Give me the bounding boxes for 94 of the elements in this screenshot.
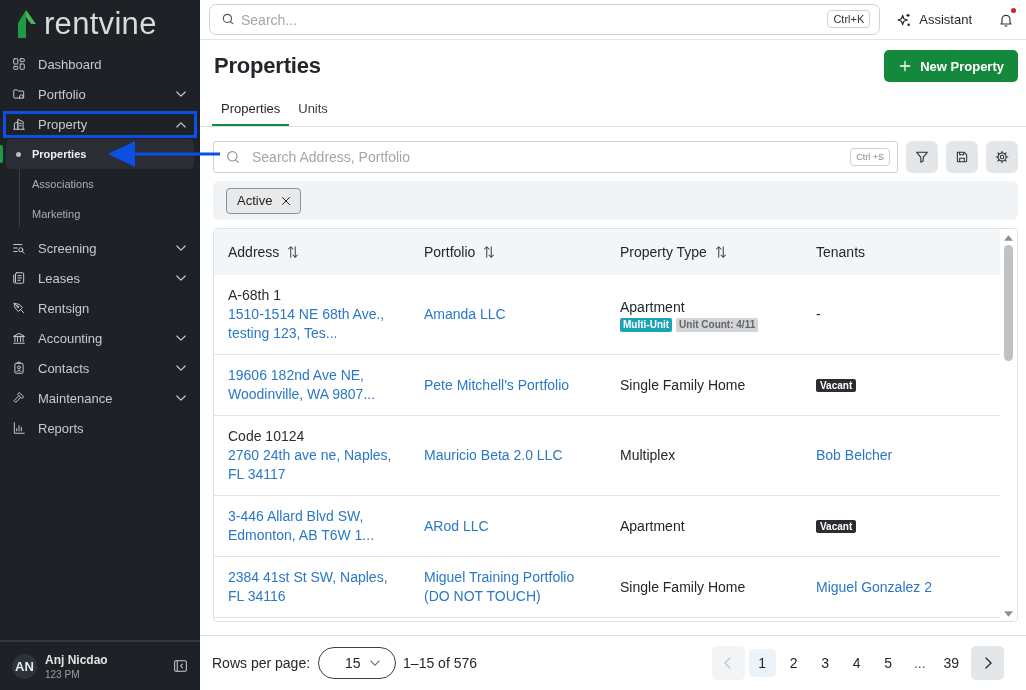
bank-icon (12, 331, 26, 345)
property-code: Code 10124 (228, 427, 305, 446)
building-icon (12, 117, 26, 131)
subnav-item[interactable]: Marketing (6, 199, 194, 229)
filter-icon (915, 150, 929, 164)
portfolio-link[interactable]: Pete Mitchell's Portfolio (424, 375, 570, 395)
logo-text: rentvine (44, 8, 157, 40)
property-type: Single Family Home (620, 375, 746, 395)
page-button[interactable]: 1 (748, 649, 776, 677)
tenant-link[interactable]: Bob Belcher (816, 446, 893, 465)
settings-icon (995, 150, 1009, 164)
nav-item[interactable]: Rentsign (6, 293, 194, 323)
tenant-link[interactable]: Miguel Gonzalez 2 (816, 577, 932, 597)
nav-item[interactable]: Maintenance (6, 383, 194, 413)
bar-chart-icon (12, 421, 26, 435)
user-subtitle: 123 PM (45, 668, 81, 680)
subnav-item[interactable]: Associations (6, 169, 194, 199)
hammer-icon (12, 391, 26, 405)
tab[interactable]: Properties (212, 92, 290, 126)
tab[interactable]: Units (289, 92, 337, 126)
page-ellipsis: ... (912, 654, 927, 673)
column-header: Tenants (816, 242, 866, 262)
filter-chip[interactable]: Active (226, 187, 302, 214)
property-type: Apartment (620, 516, 685, 536)
save-button[interactable] (946, 141, 978, 173)
property-type: Apartment (620, 297, 685, 317)
column-header[interactable]: Portfolio (424, 242, 496, 262)
portfolio-link[interactable]: ARod LLC (424, 516, 489, 536)
scroll-thumb[interactable] (1004, 245, 1013, 361)
page-button[interactable]: 2 (780, 649, 808, 677)
scroll-up-icon[interactable] (1004, 235, 1013, 241)
nav-item[interactable]: Reports (6, 413, 194, 443)
shortcut-hint: Ctrl+K (827, 10, 871, 28)
sidebar-collapse-icon[interactable] (174, 660, 187, 672)
search-icon (221, 12, 235, 26)
page-button[interactable]: 3 (811, 649, 839, 677)
type-badge: Multi-Unit (620, 317, 673, 332)
page-title: Properties (214, 53, 321, 79)
sparkle-icon (896, 11, 913, 28)
nav-item[interactable]: Property (6, 109, 194, 139)
search-icon (225, 149, 241, 165)
pen-nib-icon (12, 301, 26, 315)
address-link[interactable]: 3-446 Allard Blvd SW, Edmonton, AB T6W 1... (228, 507, 400, 545)
active-indicator (0, 145, 3, 163)
chevron-down-icon (370, 659, 381, 667)
property-type: Single Family Home (620, 577, 746, 597)
status-badge: Vacant (816, 519, 857, 533)
filter-button[interactable] (906, 141, 938, 173)
portfolio-link[interactable]: Miguel Training Portfolio (DO NOT TOUCH) (424, 568, 596, 606)
sort-icon (714, 245, 727, 259)
column-header[interactable]: Property Type (620, 242, 727, 262)
folder-icon (12, 87, 26, 101)
list-search-icon (12, 241, 26, 255)
page-button[interactable]: 39 (937, 649, 965, 677)
user-name: Anj Nicdao (45, 652, 108, 667)
close-icon[interactable] (280, 194, 293, 207)
address-link[interactable]: 19606 182nd Ave NE, Woodinville, WA 9807... (228, 366, 400, 404)
next-page-button[interactable] (971, 646, 1004, 680)
portfolio-link[interactable]: Amanda LLC (424, 305, 506, 324)
tenant-text: - (816, 305, 821, 324)
portfolio-link[interactable]: Mauricio Beta 2.0 LLC (424, 446, 563, 465)
grid-icon (12, 57, 26, 71)
plus-icon (898, 59, 913, 73)
nav-item[interactable]: Screening (6, 233, 194, 263)
id-badge-icon (12, 361, 26, 375)
assistant-button[interactable]: Assistant (896, 11, 972, 28)
rows-per-page-label: Rows per page: (212, 655, 311, 671)
page-button[interactable]: 5 (874, 649, 902, 677)
page-range: 1–15 of 576 (403, 655, 478, 671)
property-code: A-68th 1 (228, 286, 281, 305)
avatar: AN (12, 653, 37, 679)
address-link[interactable]: 2760 24th ave ne, Naples, FL 34117 (228, 446, 400, 484)
nav-item[interactable]: Accounting (6, 323, 194, 353)
nav-item[interactable]: Leases (6, 263, 194, 293)
column-header[interactable]: Address (228, 242, 300, 262)
new-property-button[interactable]: New Property (884, 50, 1018, 82)
rows-per-page-select[interactable]: 15 (318, 647, 397, 679)
property-type: Multiplex (620, 446, 676, 465)
nav-item[interactable]: Contacts (6, 353, 194, 383)
sort-icon (483, 245, 496, 259)
shortcut-hint: Ctrl +S (850, 148, 890, 166)
sort-icon (287, 245, 300, 259)
bullet-icon (16, 152, 21, 157)
logo-icon (16, 10, 36, 38)
address-link[interactable]: 2384 41st St SW, Naples, FL 34116 (228, 568, 400, 606)
document-icon (12, 271, 26, 285)
address-link[interactable]: 1510-1514 NE 68th Ave., testing 123, Tes... (228, 305, 400, 343)
page-button[interactable]: 4 (843, 649, 871, 677)
type-badge: Unit Count: 4/11 (676, 317, 759, 332)
nav-item[interactable]: Portfolio (6, 79, 194, 109)
settings-button[interactable] (986, 141, 1018, 173)
status-badge: Vacant (816, 378, 857, 392)
nav-item[interactable]: Dashboard (6, 49, 194, 79)
scroll-down-icon[interactable] (1004, 611, 1013, 617)
